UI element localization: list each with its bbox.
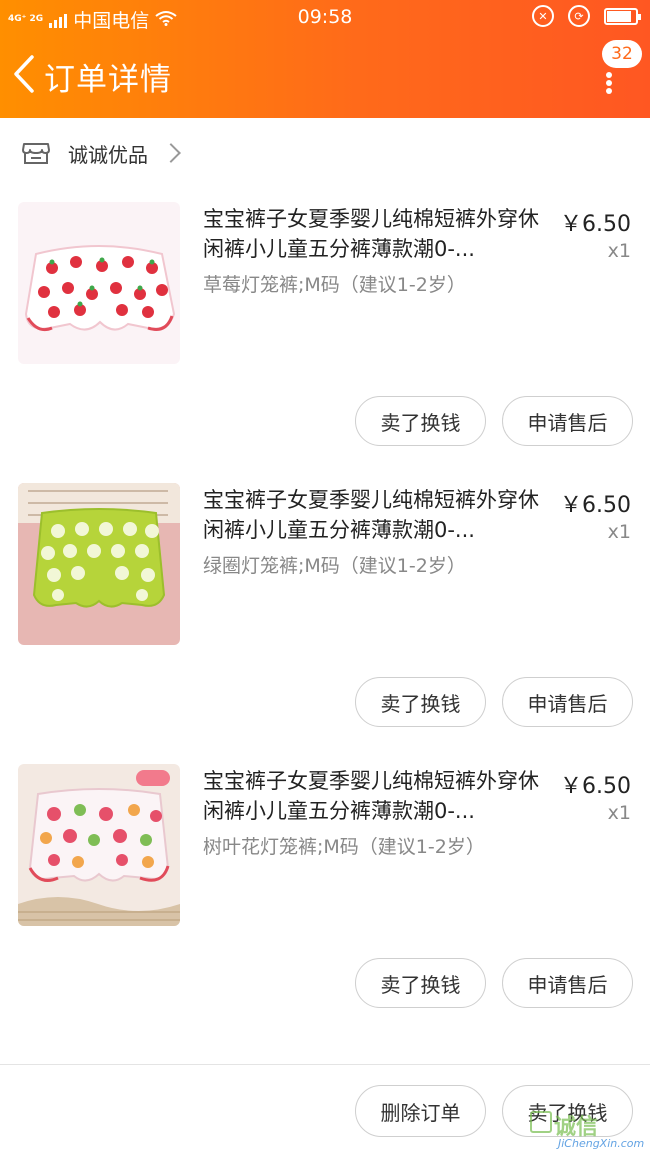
- more-dot-icon: [606, 72, 612, 78]
- watermark-logo-icon: [530, 1111, 552, 1133]
- more-dot-icon: [606, 80, 612, 86]
- product-variant: 树叶花灯笼裤;M码（建议1-2岁）: [203, 836, 485, 858]
- message-count-badge[interactable]: 32: [602, 40, 642, 68]
- product-variant: 绿圈灯笼裤;M码（建议1-2岁）: [203, 555, 466, 577]
- vibrate-icon: ✕: [532, 5, 554, 27]
- after-sale-button[interactable]: 申请售后: [502, 396, 633, 446]
- product-image[interactable]: [18, 202, 180, 364]
- product-variant: 草莓灯笼裤;M码（建议1-2岁）: [203, 274, 466, 296]
- chevron-left-icon: [14, 55, 34, 93]
- product-title[interactable]: 宝宝裤子女夏季婴儿纯棉短裤外穿休闲裤小儿童五分裤薄款潮0-...: [203, 204, 548, 264]
- product-quantity: x1: [607, 240, 631, 262]
- battery-fill: [607, 10, 631, 22]
- product-price: ￥6.50: [560, 493, 631, 518]
- product-quantity: x1: [607, 802, 631, 824]
- watermark-url: JiChengXin.com: [558, 1137, 645, 1150]
- back-button[interactable]: [10, 54, 38, 94]
- order-item: 宝宝裤子女夏季婴儿纯棉短裤外穿休闲裤小儿童五分裤薄款潮0-... ￥6.50 x…: [0, 202, 650, 483]
- bottom-action-bar: 删除订单 卖了换钱 诚信 JiChengXin.com: [0, 1064, 650, 1155]
- delete-order-button[interactable]: 删除订单: [355, 1085, 486, 1137]
- site-watermark: 诚信 JiChengXin.com: [528, 1107, 646, 1153]
- more-menu-button[interactable]: [606, 72, 612, 94]
- sell-button[interactable]: 卖了换钱: [355, 958, 486, 1008]
- product-image[interactable]: [18, 483, 180, 645]
- product-price: ￥6.50: [560, 774, 631, 799]
- product-quantity: x1: [607, 521, 631, 543]
- sell-button[interactable]: 卖了换钱: [355, 677, 486, 727]
- rotation-lock-icon: ⟳: [568, 5, 590, 27]
- chevron-right-icon: [161, 143, 181, 163]
- after-sale-button[interactable]: 申请售后: [502, 958, 633, 1008]
- shop-name: 诚诚优品: [68, 142, 148, 167]
- nav-bar: 订单详情 32: [0, 40, 650, 116]
- product-title[interactable]: 宝宝裤子女夏季婴儿纯棉短裤外穿休闲裤小儿童五分裤薄款潮0-...: [203, 485, 548, 545]
- status-right: ✕ ⟳: [532, 5, 641, 27]
- order-item: 宝宝裤子女夏季婴儿纯棉短裤外穿休闲裤小儿童五分裤薄款潮0-... ￥6.50 x…: [0, 764, 650, 1045]
- product-image[interactable]: [18, 764, 180, 926]
- store-icon: [22, 143, 50, 164]
- shop-row[interactable]: 诚诚优品: [0, 118, 650, 188]
- product-price: ￥6.50: [560, 212, 631, 237]
- sell-button[interactable]: 卖了换钱: [355, 396, 486, 446]
- app-header: 4G⁺ 2G 中国电信 09:58 ✕ ⟳ 订单详情 32: [0, 0, 650, 118]
- after-sale-button[interactable]: 申请售后: [502, 677, 633, 727]
- order-item: 宝宝裤子女夏季婴儿纯棉短裤外穿休闲裤小儿童五分裤薄款潮0-... ￥6.50 x…: [0, 483, 650, 764]
- page-title: 订单详情: [44, 62, 172, 98]
- status-bar: 4G⁺ 2G 中国电信 09:58 ✕ ⟳: [0, 0, 650, 36]
- battery-icon: [604, 7, 641, 25]
- more-dot-icon: [606, 88, 612, 94]
- product-title[interactable]: 宝宝裤子女夏季婴儿纯棉短裤外穿休闲裤小儿童五分裤薄款潮0-...: [203, 766, 548, 826]
